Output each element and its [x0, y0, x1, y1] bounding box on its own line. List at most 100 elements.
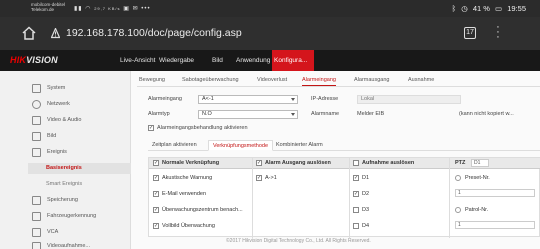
mail-icon: ✉ — [132, 6, 139, 12]
preset-label: Preset-Nr. — [465, 175, 490, 181]
battery-icon: ▭ — [495, 4, 503, 13]
alarm-icon: ◷ — [461, 4, 468, 13]
tab-linkage-method[interactable]: Verknüpfungsmethode — [208, 140, 274, 151]
patrol-number-select[interactable]: 1 — [455, 221, 535, 229]
sidebar-item-image[interactable]: Bild — [47, 133, 56, 139]
patrol-radio[interactable] — [455, 207, 461, 213]
email-label: E-Mail verwenden — [162, 191, 207, 197]
not-copyable-note: (kann nicht kopiert w... — [459, 111, 514, 117]
column-divider — [252, 158, 253, 238]
home-icon[interactable] — [22, 26, 36, 40]
tab-motion[interactable]: Bewegung — [139, 74, 165, 86]
alarm-output-header: Alarm Ausgang auslösen — [265, 160, 331, 166]
top-navigation: HIKVISION Live-Ansicht Wiedergabe Bild A… — [0, 50, 540, 71]
chevron-down-icon — [291, 98, 295, 101]
system-icon — [32, 84, 41, 93]
sidebar-item-vca[interactable]: VCA — [47, 229, 58, 235]
subtab-divider — [137, 86, 540, 87]
linkage-grid: ✓ Normale Verknüpfung ✓ Akustische Warnu… — [148, 157, 540, 238]
alarm-output-1-label: A->1 — [265, 175, 277, 181]
record-d4-label: D4 — [362, 223, 370, 229]
tab-video-loss[interactable]: Videoverlust — [257, 74, 287, 86]
tab-alarm-input[interactable]: Alarmeingang — [302, 74, 336, 86]
alarm-input-label: Alarmeingang — [148, 96, 182, 102]
ptz-channel-select[interactable]: D1 — [471, 159, 489, 167]
carrier-info: mobilcom-debitel Telekom.de — [31, 2, 65, 12]
sidebar-subitem-basic-event[interactable]: Basisereignis — [46, 165, 82, 171]
preset-number-select[interactable]: 1 — [455, 189, 535, 197]
audible-warning-label: Akustische Warnung — [162, 175, 213, 181]
preset-radio[interactable] — [455, 175, 461, 181]
sidebar-item-video-audio[interactable]: Video & Audio — [47, 117, 81, 123]
sidebar: System Netzwerk Video & Audio Bild Ereig… — [0, 71, 131, 249]
nav-configuration[interactable]: Konfigura... — [272, 50, 314, 71]
record-d1-label: D1 — [362, 175, 370, 181]
audible-warning-checkbox[interactable]: ✓ — [153, 175, 159, 181]
image-icon: ▣ — [123, 6, 130, 12]
column-divider — [349, 158, 350, 238]
image-icon — [32, 132, 41, 141]
tab-switcher-button[interactable]: 17 — [464, 27, 476, 39]
record-d1-checkbox[interactable]: ✓ — [353, 175, 359, 181]
nav-live-view[interactable]: Live-Ansicht — [118, 50, 157, 71]
tab-exception[interactable]: Ausnahme — [408, 74, 434, 86]
column-divider — [449, 158, 450, 238]
lock-icon[interactable] — [51, 28, 60, 39]
network-icon — [32, 100, 41, 109]
event-icon — [32, 148, 41, 157]
notify-center-label: Überwachungszentrum benach... — [162, 207, 243, 213]
sidebar-item-system[interactable]: System — [47, 85, 65, 91]
sidebar-subitem-smart-event[interactable]: Smart Ereignis — [46, 181, 82, 187]
tab-schedule[interactable]: Zeitplan aktivieren — [152, 140, 197, 151]
tab-combined-alarm[interactable]: Kombinierter Alarm — [276, 140, 323, 151]
trigger-recording-select-all[interactable] — [353, 160, 359, 166]
normal-linkage-header: Normale Verknüpfung — [162, 160, 220, 166]
full-screen-checkbox[interactable]: ✓ — [153, 223, 159, 229]
signal-icon: ▮▮ — [74, 6, 83, 12]
record-d2-checkbox[interactable]: ✓ — [353, 191, 359, 197]
enable-alarm-handling-checkbox[interactable]: ✓ — [148, 125, 154, 131]
patrol-label: Patrol-Nr. — [465, 207, 489, 213]
nav-image[interactable]: Bild — [210, 50, 225, 71]
recording-icon — [32, 242, 41, 249]
sidebar-item-network[interactable]: Netzwerk — [47, 101, 70, 107]
enable-alarm-handling-label: Alarmeingangsbehandlung aktivieren — [157, 125, 248, 131]
wifi-icon: ◠ — [85, 6, 92, 12]
carrier-line2: Telekom.de — [31, 7, 55, 12]
email-checkbox[interactable]: ✓ — [153, 191, 159, 197]
alarm-type-label: Alarmtyp — [148, 111, 170, 117]
full-screen-label: Vollbild Überwachung — [162, 223, 215, 229]
normal-linkage-select-all[interactable]: ✓ — [153, 160, 159, 166]
alarm-output-select-all[interactable]: ✓ — [256, 160, 262, 166]
linkage-tabs: Zeitplan aktivieren Verknüpfungsmethode … — [148, 140, 540, 151]
tab-alarm-output[interactable]: Alarmausgang — [354, 74, 389, 86]
hikvision-logo: HIKVISION — [10, 55, 58, 65]
alarm-input-select[interactable]: A<-1 — [198, 95, 298, 104]
alarm-type-select[interactable]: N.O — [198, 110, 298, 119]
alarm-output-1-checkbox[interactable]: ✓ — [256, 175, 262, 181]
status-right: ᛒ ◷ 41 % ▭ 19:55 — [449, 4, 526, 13]
nav-playback[interactable]: Wiedergabe — [157, 50, 196, 71]
sidebar-item-recording[interactable]: Videoaufnahme... — [47, 243, 90, 249]
storage-icon — [32, 196, 41, 205]
record-d3-checkbox[interactable] — [353, 207, 359, 213]
copyright-footer: ©2017 Hikvision Digital Technology Co., … — [226, 238, 371, 244]
record-d4-checkbox[interactable] — [353, 223, 359, 229]
url-bar[interactable]: 192.168.178.100/doc/page/config.asp — [66, 27, 242, 39]
sidebar-item-storage[interactable]: Speicherung — [47, 197, 78, 203]
alarm-type-value: N.O — [202, 111, 212, 117]
clock-time: 19:55 — [507, 4, 526, 13]
trigger-recording-header: Aufnahme auslösen — [362, 160, 415, 166]
dots-icon: ••• — [141, 6, 151, 12]
record-d2-label: D2 — [362, 191, 370, 197]
notify-center-checkbox[interactable]: ✓ — [153, 207, 159, 213]
ip-address-field: Lokal — [357, 95, 461, 104]
overflow-menu-icon[interactable]: · · · — [495, 22, 501, 43]
alarm-name-input[interactable]: Melder EIB — [357, 111, 384, 117]
signal-icons: ▮▮ ◠ 29,7 KB/s ▣ ✉ ••• — [74, 5, 151, 12]
nav-application[interactable]: Anwendung — [234, 50, 272, 71]
sidebar-item-vehicle-detection[interactable]: Fahrzeugerkennung — [47, 213, 96, 219]
vca-icon — [32, 228, 41, 237]
tab-tamper[interactable]: Sabotageüberwachung — [182, 74, 239, 86]
sidebar-item-event[interactable]: Ereignis — [47, 149, 67, 155]
